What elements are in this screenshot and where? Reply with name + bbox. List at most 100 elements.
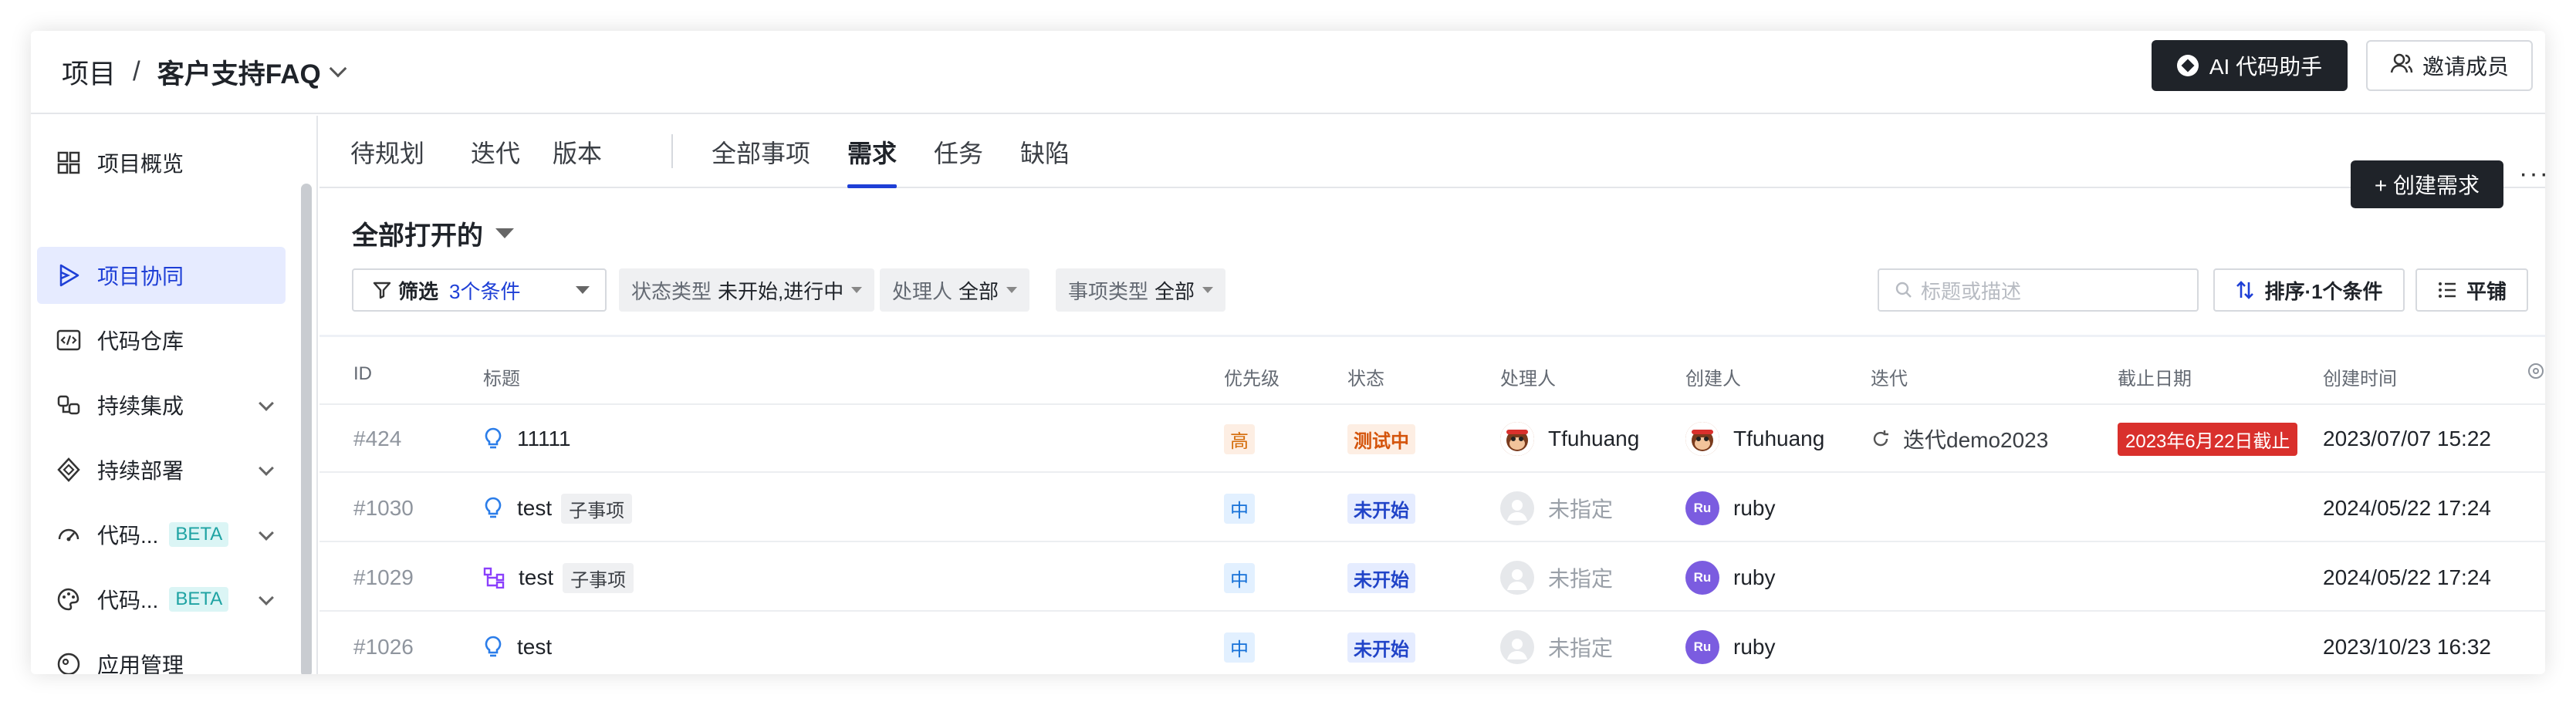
- sidebar-item-code-style[interactable]: 代码... BETA: [37, 571, 286, 628]
- chevron-down-icon[interactable]: [259, 590, 274, 605]
- invite-members-button[interactable]: 邀请成员: [2366, 40, 2533, 91]
- view-selector[interactable]: 全部打开的: [352, 214, 514, 252]
- filter-button[interactable]: 筛选 3个条件: [352, 268, 607, 312]
- row-title-cell[interactable]: 11111: [483, 405, 571, 473]
- row-assignee-cell[interactable]: 未指定: [1500, 474, 1613, 542]
- row-priority-cell[interactable]: 高: [1224, 405, 1255, 473]
- col-header-creator[interactable]: 创建人: [1685, 363, 1741, 390]
- subtask-tree-icon: [483, 567, 505, 589]
- chevron-down-icon[interactable]: [259, 396, 274, 411]
- col-header-iteration[interactable]: 迭代: [1871, 363, 1908, 390]
- users-icon: [2390, 52, 2413, 80]
- row-title-cell[interactable]: test 子事项: [483, 544, 634, 612]
- col-header-id[interactable]: ID: [353, 363, 372, 385]
- assignee-key: 处理人: [892, 279, 953, 303]
- row-status-cell[interactable]: 测试中: [1347, 405, 1415, 473]
- ai-assistant-button[interactable]: AI 代码助手: [2152, 40, 2348, 91]
- sidebar-item-overview[interactable]: 项目概览: [37, 134, 286, 191]
- row-priority-cell[interactable]: 中: [1224, 613, 1255, 674]
- sidebar-item-code-metrics[interactable]: 代码... BETA: [37, 506, 286, 563]
- breadcrumb-project[interactable]: 客户支持FAQ: [157, 52, 321, 92]
- row-assignee-cell[interactable]: Tfuhuang: [1500, 405, 1639, 473]
- row-creator-cell[interactable]: Ru ruby: [1685, 544, 1775, 612]
- table-row[interactable]: #1030 test 子事项 中 未开始 未指定 Ru ruby 2024/05…: [319, 474, 2545, 542]
- row-creator-cell[interactable]: Tfuhuang: [1685, 405, 1824, 473]
- empty-avatar-icon: [1500, 561, 1534, 595]
- tab-iteration[interactable]: 迭代: [471, 134, 520, 188]
- tab-all-items[interactable]: 全部事项: [712, 134, 810, 188]
- sidebar-item-ci[interactable]: 持续集成: [37, 376, 286, 433]
- row-status-cell[interactable]: 未开始: [1347, 544, 1415, 612]
- row-id[interactable]: #424: [353, 405, 401, 473]
- view-title: 全部打开的: [352, 221, 483, 251]
- breadcrumb-root[interactable]: 项目: [62, 52, 116, 92]
- row-id[interactable]: #1030: [353, 474, 414, 542]
- row-iteration-cell[interactable]: 迭代demo2023: [1871, 405, 2048, 473]
- create-requirement-button[interactable]: + 创建需求: [2351, 160, 2503, 208]
- sidebar-scrollbar[interactable]: [301, 184, 312, 674]
- tab-requirements[interactable]: 需求: [847, 134, 898, 188]
- avatar: [1500, 422, 1534, 456]
- chevron-down-icon[interactable]: [329, 59, 347, 78]
- tab-defects[interactable]: 缺陷: [1020, 134, 1070, 188]
- row-title: test: [517, 635, 553, 659]
- col-header-priority[interactable]: 优先级: [1224, 363, 1280, 390]
- priority-badge: 中: [1224, 493, 1255, 524]
- col-header-deadline[interactable]: 截止日期: [2118, 363, 2192, 390]
- table-row[interactable]: #1029 test 子事项 中 未开始 未指定 Ru ruby 2024/05…: [319, 544, 2545, 612]
- sidebar-item-cd[interactable]: 持续部署: [37, 441, 286, 498]
- row-id[interactable]: #1029: [353, 544, 414, 612]
- item-type-filter[interactable]: 事项类型 全部: [1056, 268, 1226, 312]
- more-menu-icon[interactable]: ···: [2519, 159, 2545, 189]
- col-header-assignee[interactable]: 处理人: [1500, 363, 1556, 390]
- column-settings-icon[interactable]: [2527, 362, 2545, 384]
- item-type-value: 全部: [1154, 279, 1195, 303]
- chevron-down-icon[interactable]: [259, 525, 274, 541]
- row-priority-cell[interactable]: 中: [1224, 544, 1255, 612]
- ci-icon: [56, 392, 82, 418]
- row-priority-cell[interactable]: 中: [1224, 474, 1255, 542]
- filter-icon: [373, 282, 391, 299]
- sidebar-item-collaboration[interactable]: 项目协同: [37, 247, 286, 304]
- priority-badge: 中: [1224, 562, 1255, 593]
- tab-backlog[interactable]: 待规划: [350, 134, 424, 188]
- creator-name: Tfuhuang: [1733, 427, 1825, 450]
- row-assignee-cell[interactable]: 未指定: [1500, 613, 1613, 674]
- assignee-filter[interactable]: 处理人 全部: [880, 268, 1030, 312]
- app-icon: [56, 651, 82, 674]
- row-status-cell[interactable]: 未开始: [1347, 613, 1415, 674]
- table-row[interactable]: #424 11111 高 测试中 Tfuhuang Tfuhuang 迭代dem…: [319, 405, 2545, 473]
- assignee-name: 未指定: [1548, 636, 1614, 660]
- grid-icon: [56, 150, 82, 176]
- row-creator-cell[interactable]: Ru ruby: [1685, 474, 1775, 542]
- code-icon: [56, 327, 82, 353]
- sort-button[interactable]: 排序·1个条件: [2213, 268, 2405, 312]
- chevron-down-icon[interactable]: [259, 460, 274, 476]
- row-title-cell[interactable]: test 子事项: [483, 474, 633, 542]
- sidebar-item-repository[interactable]: 代码仓库: [37, 312, 286, 369]
- tab-tasks[interactable]: 任务: [934, 134, 983, 188]
- tab-version[interactable]: 版本: [553, 134, 602, 188]
- table-row[interactable]: #1026 test 中 未开始 未指定 Ru ruby 2023/10/23 …: [319, 613, 2545, 674]
- sidebar-item-apps[interactable]: 应用管理: [37, 636, 286, 674]
- col-header-title[interactable]: 标题: [483, 363, 520, 390]
- row-title-cell[interactable]: test: [483, 613, 552, 674]
- col-header-created[interactable]: 创建时间: [2323, 363, 2397, 390]
- search-input[interactable]: 标题或描述: [1878, 268, 2199, 312]
- row-status-cell[interactable]: 未开始: [1347, 474, 1415, 542]
- filter-count: 3个条件: [449, 279, 521, 303]
- row-title: test: [519, 565, 554, 589]
- flat-view-button[interactable]: 平铺: [2415, 268, 2528, 312]
- assignee-value: 全部: [958, 279, 999, 303]
- row-id[interactable]: #1026: [353, 613, 414, 674]
- row-deadline-cell[interactable]: 2023年6月22日截止: [2118, 405, 2298, 473]
- avatar: Ru: [1685, 630, 1719, 664]
- caret-down-icon: [495, 228, 514, 238]
- invite-members-label: 邀请成员: [2422, 55, 2509, 79]
- status-type-filter[interactable]: 状态类型 未开始,进行中: [619, 268, 875, 312]
- col-header-status[interactable]: 状态: [1347, 363, 1384, 390]
- iteration-name: 迭代demo2023: [1903, 428, 2049, 452]
- row-assignee-cell[interactable]: 未指定: [1500, 544, 1613, 612]
- row-divider: [319, 541, 2545, 542]
- row-creator-cell[interactable]: Ru ruby: [1685, 613, 1775, 674]
